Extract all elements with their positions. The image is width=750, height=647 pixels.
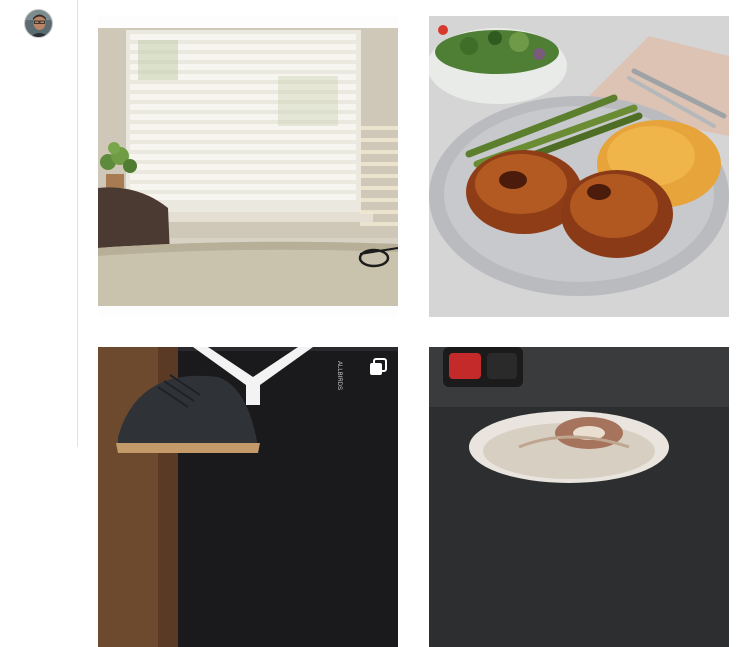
left-sidebar (0, 0, 78, 447)
photo-shoe-on-box-icon: ALLBIRDS (98, 347, 398, 647)
post-tile-3[interactable]: ALLBIRDS (98, 347, 398, 647)
svg-text:ALLBIRDS: ALLBIRDS (336, 361, 342, 390)
post-tile-1[interactable] (98, 16, 398, 316)
photo-latte-cup-icon (429, 347, 729, 647)
multiple-photos-icon (368, 357, 388, 377)
photo-window-blinds-icon (98, 16, 398, 316)
post-tile-4[interactable] (429, 347, 729, 647)
profile-avatar[interactable] (24, 9, 53, 38)
post-tile-2[interactable] (429, 16, 729, 317)
photo-chicken-dinner-icon (429, 16, 729, 317)
user-profile-avatar-icon (25, 10, 52, 37)
